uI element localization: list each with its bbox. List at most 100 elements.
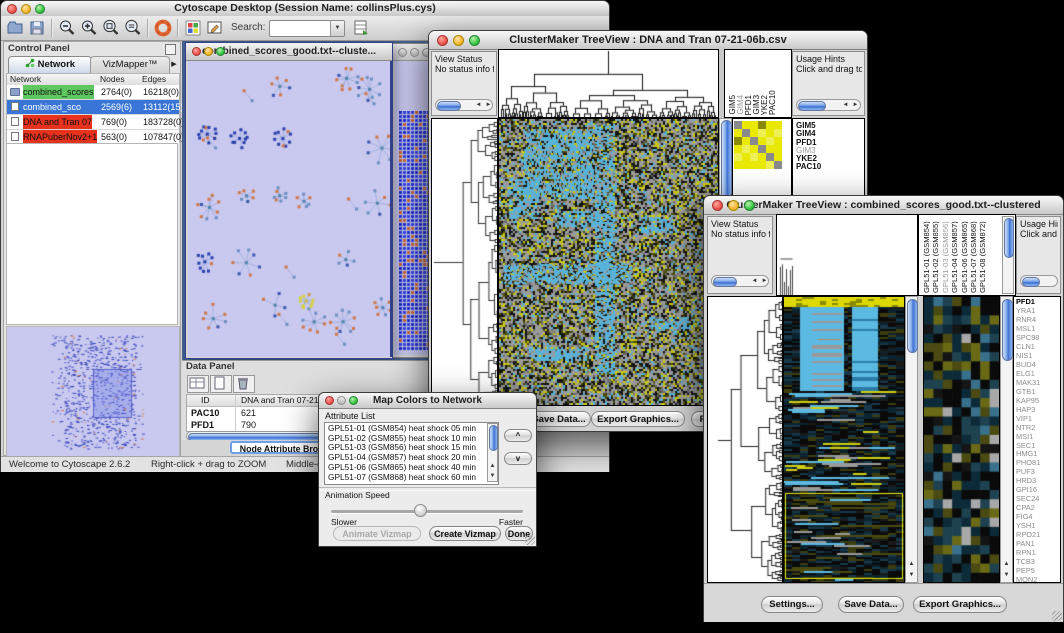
matrix-cell[interactable] <box>774 145 782 153</box>
matrix-cell[interactable] <box>774 137 782 145</box>
attr-col-id[interactable]: ID <box>201 395 210 405</box>
matrix-cell[interactable] <box>742 145 750 153</box>
matrix-cell[interactable] <box>750 137 758 145</box>
attribute-list-vscrollbar[interactable]: ▲ ▼ <box>487 423 498 482</box>
attribute-list-item[interactable]: GPL51-03 (GSM856) heat shock 15 min <box>325 443 486 453</box>
matrix-cell[interactable] <box>758 121 766 129</box>
tv2-zoom-heatmap[interactable] <box>924 297 999 582</box>
gene-label[interactable]: YRA1 <box>1016 307 1040 316</box>
create-vizmap-button[interactable]: Create Vizmap <box>429 526 501 541</box>
zoom-in-icon[interactable] <box>79 18 99 38</box>
move-down-button[interactable]: v <box>504 452 532 465</box>
matrix-cell[interactable] <box>750 161 758 169</box>
attribute-list-item[interactable]: GPL51-01 (GSM854) heat shock 05 min <box>325 424 486 434</box>
matrix-cell[interactable] <box>758 145 766 153</box>
annotation-icon[interactable] <box>205 18 225 38</box>
zoom-window-button[interactable] <box>216 47 225 56</box>
birdseye-view-canvas[interactable] <box>6 326 180 458</box>
scroll-left-button[interactable]: ◄ <box>841 101 850 110</box>
gene-label[interactable]: ELG1 <box>1016 370 1040 379</box>
gene-label[interactable]: PHO81 <box>1016 459 1040 468</box>
matrix-cell[interactable] <box>742 121 750 129</box>
animation-slider-thumb[interactable] <box>414 504 427 517</box>
gene-label[interactable]: HMG1 <box>1016 450 1040 459</box>
minimize-button[interactable] <box>21 4 31 14</box>
matrix-cell[interactable] <box>766 137 774 145</box>
gene-label[interactable]: PEP5 <box>1016 567 1040 576</box>
vscroll-thumb[interactable] <box>1002 299 1013 361</box>
treeview2-titlebar[interactable]: ClusterMaker TreeView : combined_scores_… <box>704 196 1063 215</box>
gene-label[interactable]: PAN1 <box>1016 540 1040 549</box>
minimize-button[interactable] <box>453 35 464 46</box>
matrix-cell[interactable] <box>750 145 758 153</box>
gene-label[interactable]: VIP1 <box>1016 415 1040 424</box>
scroll-right-button[interactable]: ► <box>851 101 860 110</box>
tab-overflow-button[interactable]: ▶ <box>169 58 179 71</box>
close-button[interactable] <box>437 35 448 46</box>
matrix-cell[interactable] <box>750 121 758 129</box>
tv2-main-heatmap[interactable] <box>784 297 904 582</box>
network-import-icon[interactable] <box>351 18 371 38</box>
delete-attribute-icon[interactable] <box>233 375 255 393</box>
gene-label[interactable]: SEC1 <box>1016 442 1040 451</box>
tv2-hints-scrollbar[interactable] <box>1020 275 1058 287</box>
minimize-button[interactable] <box>204 47 213 56</box>
matrix-cell[interactable] <box>734 153 742 161</box>
close-button[interactable] <box>325 396 334 405</box>
matrix-cell[interactable] <box>734 121 742 129</box>
matrix-cell[interactable] <box>758 161 766 169</box>
treeview1-titlebar[interactable]: ClusterMaker TreeView : DNA and Tran 07-… <box>429 31 867 50</box>
matrix-cell[interactable] <box>766 121 774 129</box>
matrix-cell[interactable] <box>758 137 766 145</box>
animate-vizmap-button[interactable]: Animate Vizmap <box>333 526 421 541</box>
scroll-left-button[interactable]: ◄ <box>750 277 759 286</box>
cytoscape-titlebar[interactable]: Cytoscape Desktop (Session Name: collins… <box>1 1 609 17</box>
gene-label[interactable]: RPN1 <box>1016 549 1040 558</box>
matrix-cell[interactable] <box>774 121 782 129</box>
close-button[interactable] <box>712 200 723 211</box>
gene-label[interactable]: MSL1 <box>1016 325 1040 334</box>
minimize-button[interactable] <box>728 200 739 211</box>
matrix-cell[interactable] <box>766 129 774 137</box>
vscroll-thumb[interactable] <box>489 425 498 451</box>
gene-label[interactable]: NIS1 <box>1016 352 1040 361</box>
matrix-cell[interactable] <box>750 153 758 161</box>
save-icon[interactable] <box>27 18 47 38</box>
tv1-row-dendrogram[interactable] <box>432 119 497 405</box>
scroll-thumb[interactable] <box>437 101 461 111</box>
gene-label[interactable]: MSI1 <box>1016 433 1040 442</box>
scroll-right-button[interactable]: ► <box>760 277 769 286</box>
matrix-cell[interactable] <box>734 129 742 137</box>
animation-slider-track[interactable] <box>331 510 523 513</box>
matrix-cell[interactable] <box>766 145 774 153</box>
matrix-cell[interactable] <box>742 129 750 137</box>
gene-label[interactable]: PFD1 <box>1016 298 1040 307</box>
tab-vizmapper[interactable]: VizMapper™ <box>90 56 170 74</box>
attribute-list-item[interactable]: GPL51-06 (GSM865) heat shock 40 min <box>325 463 486 473</box>
search-input[interactable]: ▼ <box>269 20 345 37</box>
search-dropdown-button[interactable]: ▼ <box>330 21 344 36</box>
open-folder-icon[interactable] <box>5 18 25 38</box>
tv1-col-dendrogram[interactable] <box>499 50 718 117</box>
export-graphics-button[interactable]: Export Graphics... <box>591 411 685 427</box>
scroll-up-button[interactable]: ▲ <box>489 462 496 471</box>
network-row[interactable]: DNA and Tran 07769(0)183728(0) <box>7 115 179 130</box>
matrix-cell[interactable] <box>734 137 742 145</box>
matrix-cell[interactable] <box>774 129 782 137</box>
vizmapper-icon[interactable] <box>183 18 203 38</box>
network-row[interactable]: combined_scores2764(0)16218(0) <box>7 85 179 100</box>
attribute-list-item[interactable]: GPL51-04 (GSM857) heat shock 20 min <box>325 453 486 463</box>
col-header-nodes[interactable]: Nodes <box>100 74 125 84</box>
matrix-cell[interactable] <box>758 129 766 137</box>
matrix-cell[interactable] <box>742 153 750 161</box>
gene-label[interactable]: TCB3 <box>1016 558 1040 567</box>
scroll-down-button[interactable]: ▼ <box>1002 571 1011 581</box>
scroll-left-button[interactable]: ◄ <box>474 101 483 110</box>
minimize-button[interactable] <box>337 396 346 405</box>
gene-label[interactable]: MAK31 <box>1016 379 1040 388</box>
tv2-col-dendrogram[interactable] <box>777 215 917 295</box>
tv2-zoom-vscrollbar[interactable]: ▲ ▼ <box>1000 296 1013 583</box>
gene-label[interactable]: NTR2 <box>1016 424 1040 433</box>
network-view-canvas[interactable] <box>188 61 393 357</box>
gene-label[interactable]: RNR4 <box>1016 316 1040 325</box>
